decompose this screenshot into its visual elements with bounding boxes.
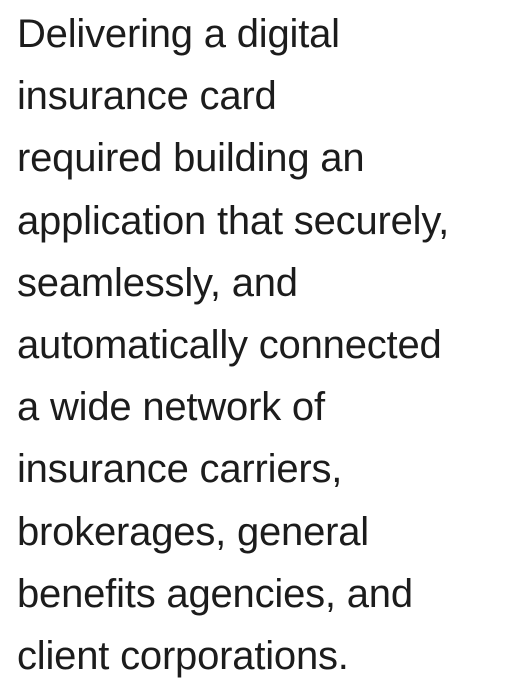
paragraph-line: brokerages, general [17, 509, 369, 554]
paragraph-line: application that securely, [17, 198, 450, 243]
paragraph-line: insurance card [17, 74, 277, 119]
paragraph-line: insurance carriers, [17, 447, 343, 492]
paragraph-line: client corporations. [17, 634, 349, 679]
page: Delivering a digital insurance card requ… [0, 0, 524, 696]
paragraph-line: a wide network of [17, 385, 325, 430]
paragraph-line: benefits agencies, and [17, 571, 413, 616]
paragraph-line: seamlessly, and [17, 260, 298, 305]
body-paragraph: Delivering a digital insurance card requ… [17, 3, 449, 687]
paragraph-line: required building an [17, 136, 365, 181]
paragraph-line: automatically connected [17, 323, 442, 368]
paragraph-line: Delivering a digital [17, 12, 340, 56]
